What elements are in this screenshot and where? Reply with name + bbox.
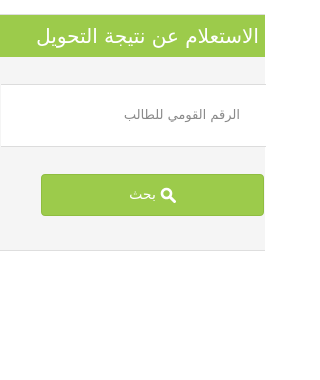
national-id-input[interactable] [1, 84, 266, 147]
search-button-label: بحث [129, 187, 156, 203]
search-icon [160, 187, 176, 203]
inquiry-panel: الاستعلام عن نتيجة التحويل بحث [0, 14, 266, 251]
search-button[interactable]: بحث [41, 174, 264, 216]
panel-title: الاستعلام عن نتيجة التحويل [0, 15, 265, 57]
